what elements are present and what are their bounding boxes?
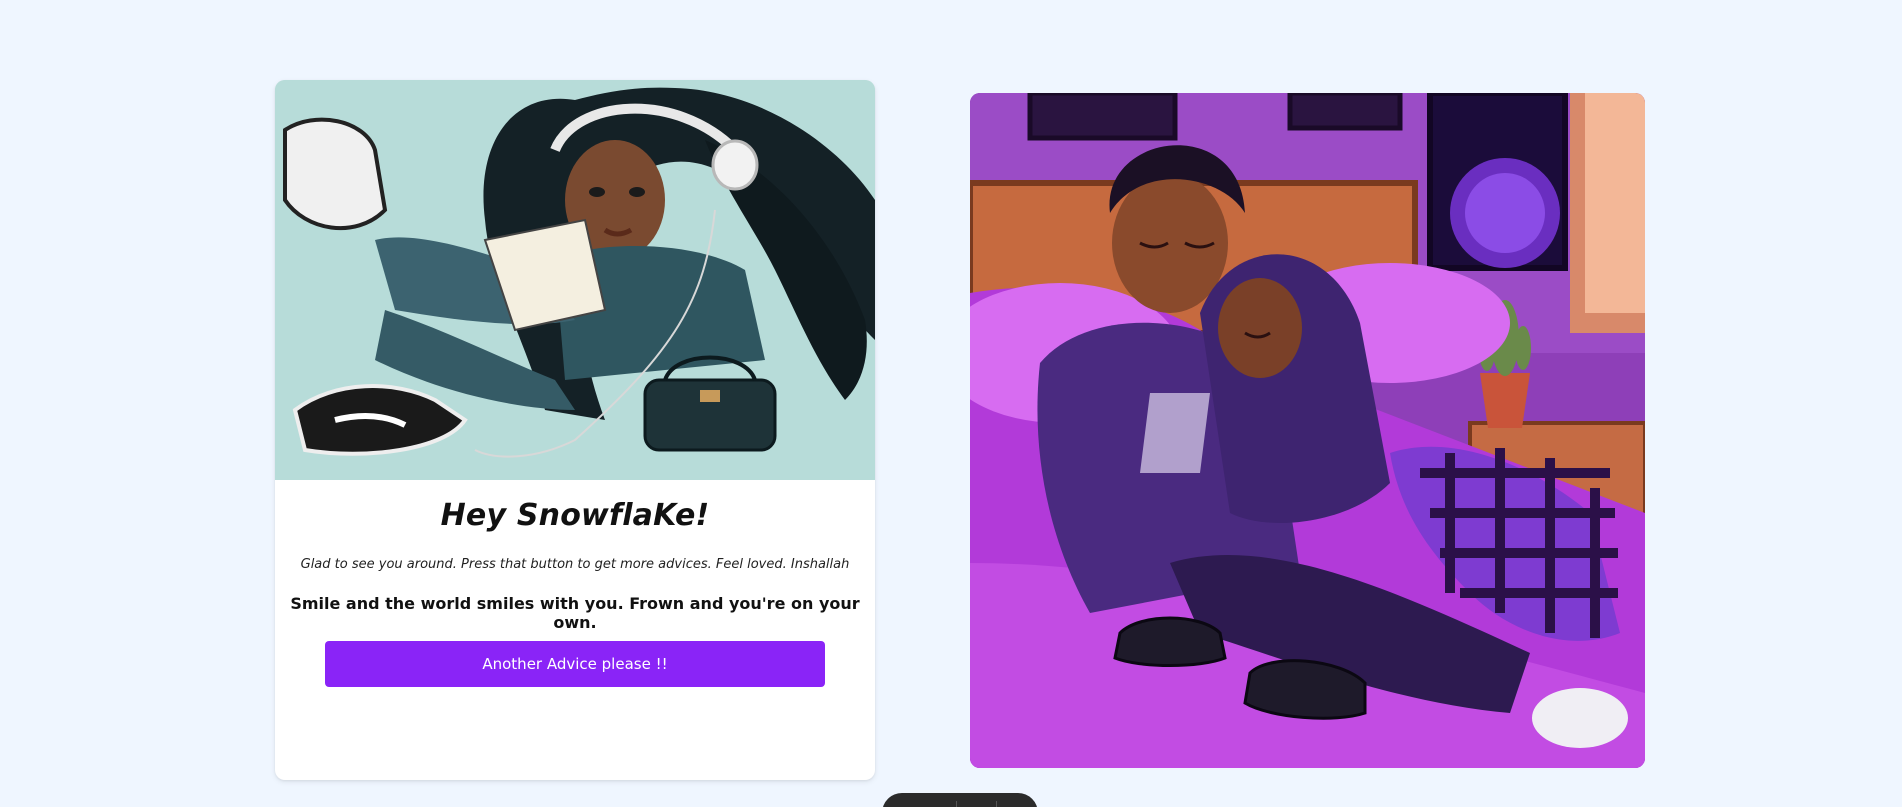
floating-toolbar[interactable] [882, 793, 1038, 807]
toolbar-divider [996, 801, 997, 807]
greeting-subtitle: Glad to see you around. Press that butto… [300, 557, 850, 572]
toolbar-divider [956, 801, 957, 807]
another-advice-button[interactable]: Another Advice please !! [325, 641, 825, 687]
advice-text: Smile and the world smiles with you. Fro… [290, 594, 860, 632]
greeting-title: Hey SnowflaKe! [440, 498, 710, 533]
couple-sleeping-illustration [970, 93, 1645, 768]
girl-reading-illustration [275, 80, 875, 480]
advice-card: Hey SnowflaKe! Glad to see you around. P… [275, 80, 875, 780]
